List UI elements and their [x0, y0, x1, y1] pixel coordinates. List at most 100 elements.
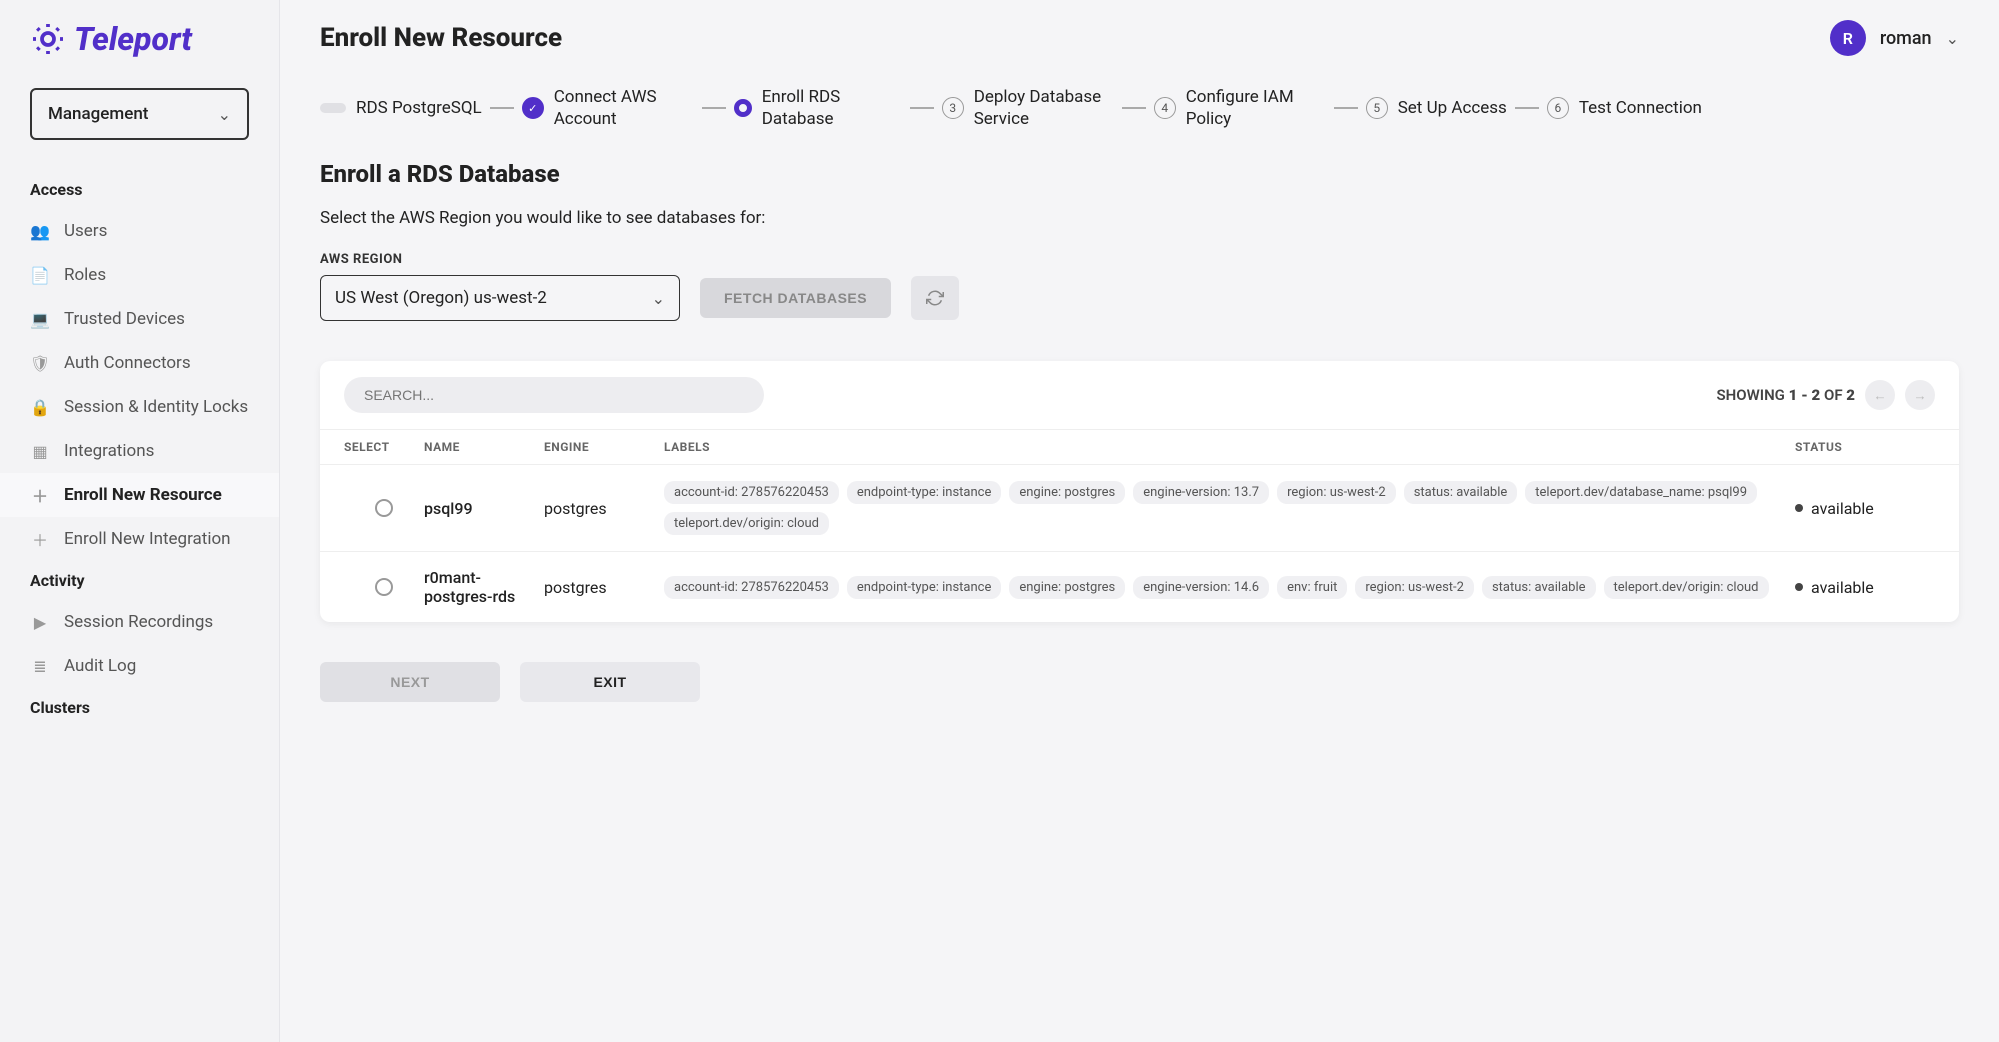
- step-indicator: 5: [1366, 97, 1388, 119]
- label-chip: engine-version: 14.6: [1133, 576, 1269, 599]
- main-content: Enroll New Resource R roman ⌄ RDS Postgr…: [280, 0, 1999, 1042]
- region-select-value: US West (Oregon) us-west-2: [335, 288, 547, 308]
- next-button[interactable]: NEXT: [320, 662, 500, 702]
- mode-select-label: Management: [48, 104, 148, 124]
- sidebar-item-roles[interactable]: 📄Roles: [0, 253, 279, 297]
- step-connector: [1334, 107, 1358, 109]
- step-connector: [910, 107, 934, 109]
- label-chip: account-id: 278576220453: [664, 576, 839, 599]
- step-label: Enroll RDS Database: [762, 86, 902, 130]
- step-label: Configure IAM Policy: [1186, 86, 1326, 130]
- topbar: Enroll New Resource R roman ⌄: [280, 0, 1999, 76]
- step-connector: [1515, 107, 1539, 109]
- row-select-radio[interactable]: [375, 499, 393, 517]
- label-chip: teleport.dev/database_name: psql99: [1525, 481, 1757, 504]
- label-chip: endpoint-type: instance: [847, 481, 1002, 504]
- sidebar-item-session-identity-locks[interactable]: 🔒Session & Identity Locks: [0, 385, 279, 429]
- plus-icon: ＋: [30, 485, 50, 505]
- sidebar-item-enroll-new-integration[interactable]: ＋ Enroll New Integration: [0, 517, 279, 561]
- grid-icon: ▦: [30, 441, 50, 461]
- chevron-down-icon: ⌄: [218, 105, 231, 124]
- mode-select[interactable]: Management ⌄: [30, 88, 249, 140]
- sidebar-item-audit-log[interactable]: ≣ Audit Log: [0, 644, 279, 688]
- region-select[interactable]: US West (Oregon) us-west-2 ⌄: [320, 275, 680, 321]
- step-connector: [702, 107, 726, 109]
- label-chip: status: available: [1404, 481, 1518, 504]
- page-title: Enroll New Resource: [320, 23, 562, 53]
- sidebar-item-label: Session & Identity Locks: [64, 397, 248, 417]
- region-field-label: AWS REGION: [320, 252, 1959, 267]
- sidebar-item-label: Session Recordings: [64, 612, 213, 632]
- section-title: Enroll a RDS Database: [320, 160, 1959, 188]
- avatar: R: [1830, 20, 1866, 56]
- sidebar-item-trusted-devices[interactable]: 💻Trusted Devices: [0, 297, 279, 341]
- table-row: r0mant-postgres-rdspostgresaccount-id: 2…: [320, 551, 1959, 622]
- step-indicator: ✓: [522, 97, 544, 119]
- step-indicator: 6: [1547, 97, 1569, 119]
- sidebar-item-session-recordings[interactable]: ▶ Session Recordings: [0, 600, 279, 644]
- label-chip: engine-version: 13.7: [1133, 481, 1269, 504]
- step-label: Connect AWS Account: [554, 86, 694, 130]
- step-label: Set Up Access: [1398, 97, 1507, 119]
- sidebar-section-header: Access: [0, 170, 279, 209]
- row-select-radio[interactable]: [375, 578, 393, 596]
- shield-icon: 🛡: [30, 353, 50, 373]
- sidebar-item-label: Enroll New Integration: [64, 529, 231, 549]
- status-dot-icon: [1795, 583, 1803, 591]
- chevron-down-icon: ⌄: [1946, 29, 1959, 48]
- label-chip: endpoint-type: instance: [847, 576, 1002, 599]
- status-dot-icon: [1795, 504, 1803, 512]
- role-icon: 📄: [30, 265, 50, 285]
- prev-page-button[interactable]: ←: [1865, 380, 1895, 410]
- refresh-icon: [926, 289, 944, 307]
- plus-icon: ＋: [30, 529, 50, 549]
- db-labels: account-id: 278576220453 endpoint-type: i…: [664, 576, 1795, 599]
- search-input[interactable]: [344, 377, 764, 413]
- step-connector: [1122, 107, 1146, 109]
- sidebar-item-label: Audit Log: [64, 656, 136, 676]
- fetch-databases-button[interactable]: FETCH DATABASES: [700, 278, 891, 318]
- sidebar-section-header: Clusters: [0, 688, 279, 727]
- db-name: r0mant-postgres-rds: [424, 568, 544, 606]
- next-page-button[interactable]: →: [1905, 380, 1935, 410]
- play-icon: ▶: [30, 612, 50, 632]
- sidebar-item-label: Auth Connectors: [64, 353, 191, 373]
- step-1: RDS PostgreSQL: [320, 97, 482, 119]
- col-labels: LABELS: [664, 440, 1795, 454]
- chevron-down-icon: ⌄: [652, 289, 665, 308]
- table-header-row: SELECT NAME ENGINE LABELS STATUS: [320, 429, 1959, 464]
- step-5: 4 Configure IAM Policy: [1154, 86, 1326, 130]
- db-engine: postgres: [544, 499, 664, 518]
- step-indicator: 4: [1154, 97, 1176, 119]
- sidebar-item-label: Enroll New Resource: [64, 485, 222, 505]
- refresh-button[interactable]: [911, 276, 959, 320]
- sidebar-item-label: Trusted Devices: [64, 309, 185, 329]
- db-engine: postgres: [544, 578, 664, 597]
- sidebar-item-users[interactable]: 👥Users: [0, 209, 279, 253]
- step-2: ✓ Connect AWS Account: [522, 86, 694, 130]
- user-menu[interactable]: R roman ⌄: [1830, 20, 1959, 56]
- sidebar-item-integrations[interactable]: ▦Integrations: [0, 429, 279, 473]
- db-name: psql99: [424, 499, 544, 518]
- step-indicator: [320, 103, 346, 113]
- db-status: available: [1795, 499, 1935, 518]
- label-chip: teleport.dev/origin: cloud: [664, 512, 829, 535]
- db-labels: account-id: 278576220453endpoint-type: i…: [664, 481, 1795, 535]
- label-chip: env: fruit: [1277, 576, 1347, 599]
- exit-button[interactable]: EXIT: [520, 662, 700, 702]
- label-chip: status: available: [1482, 576, 1596, 599]
- pagination-info: SHOWING 1 - 2 OF 2 ← →: [1716, 380, 1935, 410]
- step-7: 6Test Connection: [1547, 97, 1702, 119]
- teleport-icon: [30, 21, 66, 57]
- sidebar-item-enroll-new-resource[interactable]: ＋ Enroll New Resource: [0, 473, 279, 517]
- label-chip: region: us-west-2: [1277, 481, 1396, 504]
- users-icon: 👥: [30, 221, 50, 241]
- list-icon: ≣: [30, 656, 50, 676]
- sidebar-item-auth-connectors[interactable]: 🛡 Auth Connectors: [0, 341, 279, 385]
- database-table: SHOWING 1 - 2 OF 2 ← → SELECT NAME ENGIN…: [320, 361, 1959, 622]
- table-row: psql99postgresaccount-id: 278576220453en…: [320, 464, 1959, 551]
- step-indicator: [734, 99, 752, 117]
- col-name: NAME: [424, 440, 544, 454]
- step-4: 3Deploy Database Service: [942, 86, 1114, 130]
- step-6: 5 Set Up Access: [1366, 97, 1507, 119]
